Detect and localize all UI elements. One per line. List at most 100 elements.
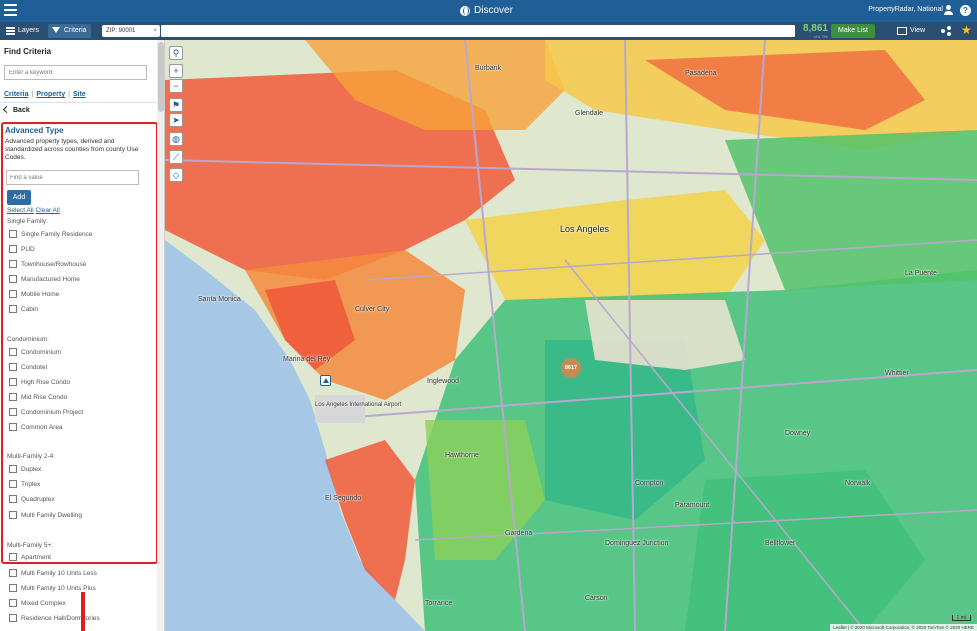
checkbox-item[interactable]: Multi Family Dwelling xyxy=(9,511,82,521)
globe-icon xyxy=(460,5,470,16)
select-all-link[interactable]: Select All xyxy=(7,207,34,214)
checkbox-item[interactable]: Single Family Residence xyxy=(9,230,93,240)
breadcrumb-criteria[interactable]: Criteria xyxy=(4,91,29,98)
view-button[interactable]: View xyxy=(897,24,925,38)
checkbox[interactable] xyxy=(9,230,17,239)
toolbar: Layers Criteria ZIP: 90001 × 8,861 of 6,… xyxy=(0,22,977,40)
divider xyxy=(0,102,157,103)
draw-shape-icon[interactable]: ◇ xyxy=(169,168,183,182)
checkbox[interactable] xyxy=(9,348,17,357)
layers-icon xyxy=(6,27,15,35)
checkbox[interactable] xyxy=(9,569,17,578)
find-value-input[interactable] xyxy=(6,170,139,185)
checkbox[interactable] xyxy=(9,614,17,623)
map-label: Los Angeles International Airport xyxy=(315,402,402,408)
heatmap-map[interactable]: ⚲ + − ⚑ ➤ ◍ ⟋ ◇ Los Angeles Santa Monica… xyxy=(165,40,977,631)
sidebar-title: Find Criteria xyxy=(4,47,52,56)
checkbox[interactable] xyxy=(9,290,17,299)
checkbox-item[interactable]: High Rise Condo xyxy=(9,378,70,388)
checkbox[interactable] xyxy=(9,305,17,314)
zip-filter-chip[interactable]: ZIP: 90001 × xyxy=(102,25,160,37)
checkbox[interactable] xyxy=(9,408,17,417)
checkbox-item[interactable]: Mixed Complex xyxy=(9,599,66,609)
share-icon[interactable] xyxy=(941,26,951,36)
checkbox-item[interactable]: Manufactured Home xyxy=(9,275,80,285)
breadcrumb-site[interactable]: Site xyxy=(73,91,86,98)
checkbox[interactable] xyxy=(9,511,17,520)
map-label: Pasadena xyxy=(685,70,717,77)
menu-icon[interactable] xyxy=(4,4,17,17)
map-label: Whittier xyxy=(885,370,909,377)
checkbox[interactable] xyxy=(9,465,17,474)
checkbox-label: Condominium Project xyxy=(21,409,84,416)
checkbox[interactable] xyxy=(9,275,17,284)
map-label: Glendale xyxy=(575,110,604,117)
street-view-icon[interactable]: ⚲ xyxy=(169,46,183,60)
checkbox-label: Multi Family Dwelling xyxy=(21,512,83,519)
checkbox[interactable] xyxy=(9,260,17,269)
keyword-search-input[interactable] xyxy=(4,65,147,80)
advanced-type-description: Advanced property types, derived and sta… xyxy=(5,138,139,161)
sidebar-scrollbar[interactable] xyxy=(157,40,164,631)
breadcrumb-property[interactable]: Property xyxy=(36,91,65,98)
pin-icon[interactable]: ⚑ xyxy=(169,98,183,112)
checkbox-item[interactable]: Apartment xyxy=(9,553,51,563)
back-button[interactable]: Back xyxy=(2,105,30,114)
checkbox-item[interactable]: Mobile Home xyxy=(9,290,59,300)
user-icon[interactable] xyxy=(944,5,953,15)
zoom-out-icon[interactable]: − xyxy=(169,79,183,93)
chevron-left-icon xyxy=(2,105,11,114)
result-count-value: 8,861 xyxy=(802,23,828,34)
checkbox-label: PUD xyxy=(21,246,35,253)
checkbox-item[interactable]: Cabin xyxy=(9,305,38,315)
checkbox-item[interactable]: PUD xyxy=(9,245,35,255)
checkbox-item[interactable]: Mid Rise Condo xyxy=(9,393,67,403)
close-icon[interactable]: × xyxy=(153,25,157,37)
checkbox[interactable] xyxy=(9,584,17,593)
ruler-icon[interactable]: ⟋ xyxy=(169,150,183,164)
checkbox-item[interactable]: Multi Family 10 Units Less xyxy=(9,569,97,579)
add-button[interactable]: Add xyxy=(7,190,31,205)
map-scale: 1 mi xyxy=(951,615,971,621)
star-icon[interactable]: ★ xyxy=(961,23,972,37)
checkbox-item[interactable]: Triplex xyxy=(9,480,40,490)
checkbox-label: Apartment xyxy=(21,554,51,561)
checkbox[interactable] xyxy=(9,378,17,387)
property-cluster-marker[interactable]: 8617 xyxy=(561,358,581,378)
group-label: Multi-Family 5+: xyxy=(7,542,54,549)
scrollbar-thumb[interactable] xyxy=(158,42,164,112)
locate-icon[interactable]: ➤ xyxy=(169,113,183,127)
criteria-search-bar[interactable] xyxy=(161,25,795,37)
globe-layer-icon[interactable]: ◍ xyxy=(169,132,183,146)
checkbox[interactable] xyxy=(9,553,17,562)
checkbox-item[interactable]: Townhouse/Rowhouse xyxy=(9,260,86,270)
checkbox[interactable] xyxy=(9,495,17,504)
checkbox[interactable] xyxy=(9,393,17,402)
map-label: Bellflower xyxy=(765,540,796,547)
checkbox-item[interactable]: Quadruplex xyxy=(9,495,55,505)
checkbox[interactable] xyxy=(9,423,17,432)
checkbox[interactable] xyxy=(9,363,17,372)
checkbox-item[interactable]: Common Area xyxy=(9,423,63,433)
checkbox[interactable] xyxy=(9,245,17,254)
checkbox-item[interactable]: Condotel xyxy=(9,363,47,373)
result-count-sub: of 6,789 xyxy=(813,34,828,39)
tab-criteria[interactable]: Criteria xyxy=(48,24,91,38)
checkbox[interactable] xyxy=(9,599,17,608)
make-list-button[interactable]: Make List xyxy=(831,24,875,38)
checkbox-item[interactable]: Condominium Project xyxy=(9,408,83,418)
checkbox[interactable] xyxy=(9,480,17,489)
checkbox-label: Mobile Home xyxy=(21,291,60,298)
clear-all-link[interactable]: Clear All xyxy=(36,207,60,214)
zoom-in-icon[interactable]: + xyxy=(169,64,183,78)
checkbox-item[interactable]: Condominium xyxy=(9,348,61,358)
checkbox-item[interactable]: Duplex xyxy=(9,465,41,475)
map-attribution[interactable]: Leaflet | © 2020 Microsoft Corporation, … xyxy=(830,624,977,631)
home-icon[interactable] xyxy=(320,375,331,386)
account-name[interactable]: PropertyRadar, National xyxy=(868,6,943,13)
help-icon[interactable]: ? xyxy=(960,5,971,16)
checkbox-label: Condominium xyxy=(21,349,62,356)
map-label: Inglewood xyxy=(427,378,459,385)
tab-layers[interactable]: Layers xyxy=(2,24,43,38)
group-label: Single Family: xyxy=(7,218,48,225)
